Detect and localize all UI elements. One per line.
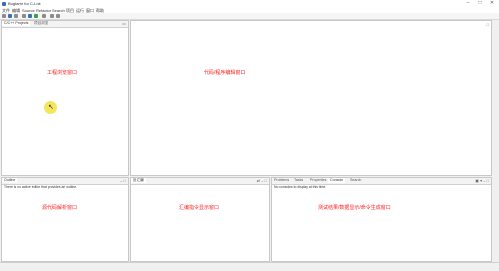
outline-message: There is no active editor that provides … — [4, 185, 78, 189]
close-button[interactable]: ✕ — [486, 0, 498, 7]
outline-minimize-icon[interactable]: – □ — [120, 178, 126, 183]
tab-problems[interactable]: Problems — [272, 178, 291, 183]
build-icon[interactable] — [22, 14, 26, 18]
console-tabbar: Problems Tasks Properties Console Search… — [272, 178, 491, 185]
save-icon[interactable] — [8, 14, 12, 18]
outline-panel: Outline – □ There is no active editor th… — [1, 177, 129, 262]
debug-icon[interactable] — [28, 14, 32, 18]
tab-disassembly[interactable]: 反汇编 — [131, 178, 146, 183]
menu-source[interactable]: Source — [22, 8, 35, 13]
menu-search[interactable]: Search — [52, 8, 65, 13]
disasm-annotation: 汇编指令显示窗口 — [179, 205, 220, 211]
project-tabbar: C/C++ Projects 项目浏览 ▭ — [2, 21, 128, 28]
search-icon[interactable] — [42, 14, 46, 18]
title-bar: Bugtarm for C-Lnk – □ ✕ — [0, 0, 499, 7]
tab-tasks[interactable]: Tasks — [292, 178, 305, 183]
console-panel: Problems Tasks Properties Console Search… — [271, 177, 492, 262]
console-message: No consoles to display at this time. — [274, 185, 327, 189]
tab-outline[interactable]: Outline — [2, 178, 18, 183]
project-explorer-annotation: 工程浏览窗口 — [47, 70, 78, 76]
console-controls-icon[interactable]: ▣ ▾ – □ — [475, 178, 489, 183]
view-menu-icon[interactable]: ▭ — [122, 21, 126, 26]
tab-properties[interactable]: Properties — [308, 178, 328, 183]
toolbar — [0, 13, 499, 20]
new-icon[interactable] — [2, 14, 6, 18]
minimize-button[interactable]: – — [462, 0, 474, 7]
tab-console[interactable]: Console — [328, 178, 346, 183]
forward-icon[interactable] — [56, 14, 60, 18]
app-icon — [2, 1, 6, 6]
editor-maximize-icon[interactable]: □ — [487, 22, 489, 27]
disasm-tabbar: 反汇编 ⇄ – □ — [131, 178, 269, 185]
project-explorer-panel: C/C++ Projects 项目浏览 ▭ 工程浏览窗口 ↖ — [1, 20, 129, 176]
disassembly-panel: 反汇编 ⇄ – □ 汇编指令显示窗口 — [130, 177, 270, 262]
back-icon[interactable] — [50, 14, 54, 18]
mouse-cursor-icon: ↖ — [48, 104, 54, 111]
menu-refactor[interactable]: Refactor — [36, 8, 51, 13]
tab-search[interactable]: Search — [348, 178, 363, 183]
print-icon[interactable] — [14, 14, 18, 18]
outline-tabbar: Outline – □ — [2, 178, 128, 185]
maximize-button[interactable]: □ — [474, 0, 486, 7]
tab-cpp-projects[interactable]: C/C++ Projects — [2, 21, 31, 26]
console-annotation: 测试结果/数据显示/命令生成窗口 — [318, 205, 391, 211]
tab-project-browse[interactable]: 项目浏览 — [32, 21, 50, 26]
outline-annotation: 源代码解析窗口 — [42, 205, 78, 211]
disasm-controls-icon[interactable]: ⇄ – □ — [257, 178, 267, 183]
run-icon[interactable] — [34, 14, 38, 18]
ide-window: Bugtarm for C-Lnk – □ ✕ 文件 编辑 Source Ref… — [0, 0, 499, 271]
editor-panel: 代码/程序编辑窗口 □ — [130, 20, 492, 176]
editor-annotation: 代码/程序编辑窗口 — [204, 70, 246, 76]
window-title: Bugtarm for C-Lnk — [8, 1, 41, 6]
